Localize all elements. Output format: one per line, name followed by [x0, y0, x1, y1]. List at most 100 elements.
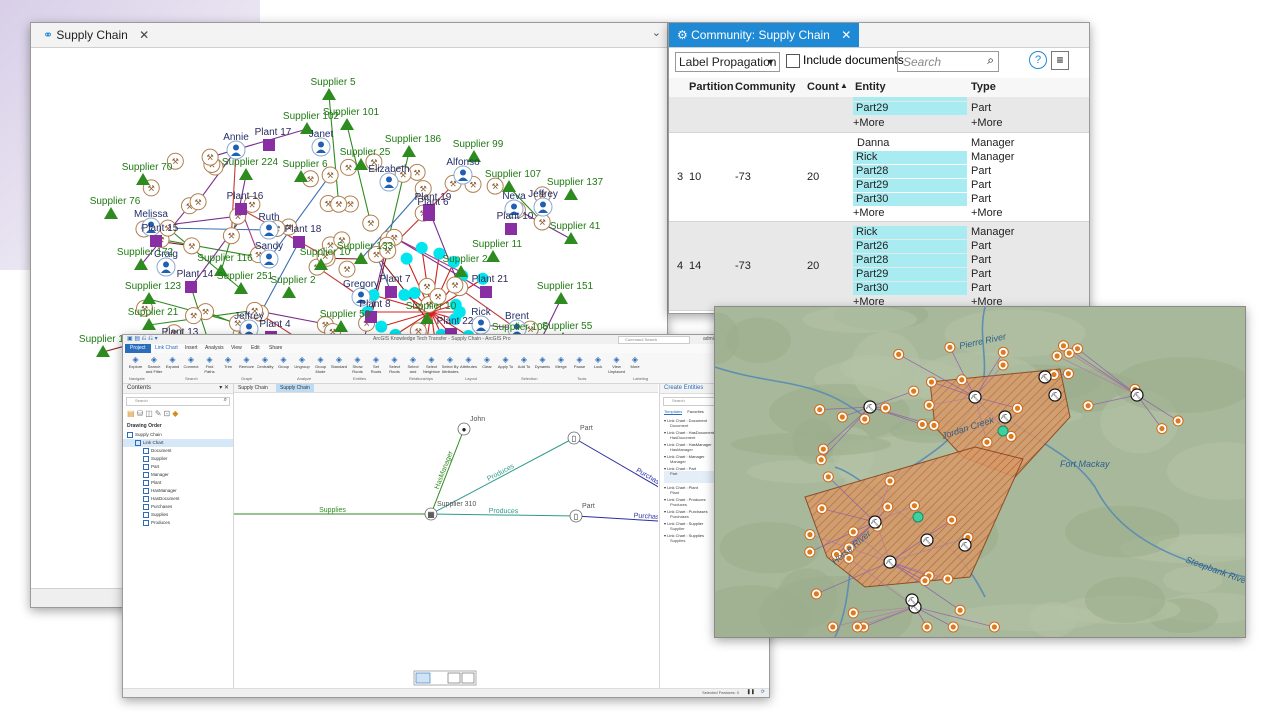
doc-tab-supply-chain[interactable]: Supply Chain: [238, 385, 268, 391]
col-count[interactable]: Count: [807, 81, 839, 93]
list-by-source-icon[interactable]: ⛁: [137, 409, 146, 418]
pane-options-icon[interactable]: ▾ ✕: [219, 384, 229, 393]
doc-tab-supply-chain-active[interactable]: Supply Chain: [276, 384, 314, 392]
ribbon-button[interactable]: ◈ Set Roots: [368, 355, 385, 375]
ribbon-button[interactable]: ◈ Explore: [127, 355, 144, 375]
ribbon-button[interactable]: ◈ Centrality: [257, 355, 274, 375]
ribbon-button[interactable]: ◈ Remove: [238, 355, 255, 375]
search-input[interactable]: Search ⌕: [897, 51, 999, 72]
tab-project[interactable]: Project: [125, 344, 151, 353]
menu-icon[interactable]: ≡: [1051, 51, 1069, 70]
pause-icon[interactable]: ❚❚: [747, 689, 755, 695]
checkbox-icon[interactable]: [143, 479, 149, 486]
map-view[interactable]: ⛏⛏⛏⛏⛏⛏⛏⛏⛏⛏⛏⛏Pierre RiverJordan CreekFort…: [715, 307, 1245, 637]
entity-chip[interactable]: Part28: [853, 254, 967, 267]
link-chart-view[interactable]: HasManager Produces Purchases Supplies Produ…: [234, 393, 658, 691]
command-search[interactable]: Command Search: [618, 336, 690, 344]
ribbon-button[interactable]: ◈ Connect: [183, 355, 200, 375]
more-type-link[interactable]: +More: [971, 117, 1003, 130]
entity-chip[interactable]: Part26: [853, 240, 967, 253]
entity-chip[interactable]: Rick: [853, 226, 967, 239]
checkbox-icon[interactable]: [143, 495, 149, 502]
tree-item[interactable]: HasManager: [123, 487, 233, 495]
tree-item[interactable]: Part: [123, 463, 233, 471]
entity-chip[interactable]: Part30: [853, 193, 967, 206]
tab-templates[interactable]: Templates: [664, 409, 683, 415]
tab-favorites[interactable]: Favorites: [687, 409, 703, 414]
checkbox-icon[interactable]: [143, 519, 149, 526]
checkbox-icon[interactable]: [143, 463, 149, 470]
ribbon-button[interactable]: ◈ Ungroup: [294, 355, 311, 375]
checkbox-icon[interactable]: [143, 471, 149, 478]
search-icon[interactable]: ⌕: [987, 53, 994, 68]
tree-item[interactable]: HasDocument: [123, 495, 233, 503]
tab-analysis[interactable]: Analysis: [205, 344, 224, 353]
entity-name[interactable]: Danna: [857, 137, 889, 150]
more-type-link[interactable]: +More: [971, 207, 1003, 220]
col-type[interactable]: Type: [971, 81, 996, 93]
more-link[interactable]: +More: [853, 117, 885, 130]
tree-item[interactable]: Plant: [123, 479, 233, 487]
entity-chip[interactable]: Part29: [853, 268, 967, 281]
entity-chip[interactable]: Part29: [853, 179, 967, 192]
checkbox-icon[interactable]: [143, 503, 149, 510]
ribbon-button[interactable]: ◈ Clear: [479, 355, 496, 375]
tab-insert[interactable]: Insert: [185, 344, 198, 353]
checkbox-icon[interactable]: [143, 511, 149, 518]
tab-view[interactable]: View: [231, 344, 242, 353]
table-row[interactable]: 3 10 -73 20 Danna Rick Part28 Part29 Par…: [669, 133, 1089, 222]
ribbon-button[interactable]: ◈ Merge: [553, 355, 570, 375]
tab-community[interactable]: ⚙ Community: Supply Chain ✕: [669, 23, 860, 47]
col-community[interactable]: Community: [735, 81, 796, 93]
checkbox-icon[interactable]: [143, 455, 149, 462]
tab-supply-chain[interactable]: ⚭ Supply Chain ✕: [35, 23, 157, 47]
entity-chip[interactable]: Part30: [853, 282, 967, 295]
quick-access-icons[interactable]: ▣ ▤ ⎌ ⎌ ▾: [127, 335, 158, 343]
tree-item[interactable]: Supply Chain: [123, 431, 233, 439]
checkbox-icon[interactable]: [143, 447, 149, 454]
col-entity[interactable]: Entity: [855, 81, 886, 93]
tree-item[interactable]: Document: [123, 447, 233, 455]
contents-search[interactable]: Search ⌕: [126, 397, 230, 406]
list-by-drawing-order-icon[interactable]: ▤: [127, 409, 137, 418]
col-partition[interactable]: Partition: [689, 81, 734, 93]
include-documents-checkbox[interactable]: [786, 54, 800, 68]
tree-item[interactable]: Supplies: [123, 511, 233, 519]
ribbon-button[interactable]: ◈ Select Neighbors: [423, 355, 440, 375]
algorithm-select[interactable]: Label Propagation ▼: [675, 52, 780, 72]
refresh-icon[interactable]: ⟳: [761, 689, 765, 695]
list-by-snapping-icon[interactable]: ⊡: [164, 409, 173, 418]
table-row[interactable]: Part29 Part +More +More: [669, 97, 1089, 133]
close-icon[interactable]: ✕: [139, 28, 149, 42]
ribbon-button[interactable]: ◈ Find Paths: [201, 355, 218, 375]
ribbon-button[interactable]: ◈ Show Roots: [349, 355, 366, 375]
ribbon-button[interactable]: ◈ Pause: [571, 355, 588, 375]
tree-item[interactable]: Supplier: [123, 455, 233, 463]
tree-item[interactable]: Manager: [123, 471, 233, 479]
close-icon[interactable]: ✕: [841, 28, 851, 42]
ribbon-button[interactable]: ◈ Attributes: [460, 355, 477, 375]
tab-share[interactable]: Share: [269, 344, 282, 353]
entity-chip[interactable]: Part28: [853, 165, 967, 178]
tree-item[interactable]: Purchases: [123, 503, 233, 511]
help-icon[interactable]: ?: [1029, 51, 1047, 69]
ribbon-button[interactable]: ◈ Dynamic: [534, 355, 551, 375]
ribbon-button[interactable]: ◈ Standard: [331, 355, 348, 375]
tab-edit[interactable]: Edit: [251, 344, 260, 353]
ribbon-button[interactable]: ◈ Select Roots: [386, 355, 403, 375]
ribbon-button[interactable]: ◈ Trim: [220, 355, 237, 375]
ribbon-button[interactable]: ◈ Apply To: [497, 355, 514, 375]
entity-chip[interactable]: Part29: [853, 102, 967, 115]
ribbon-button[interactable]: ◈ Group Mode: [312, 355, 329, 375]
tree-item[interactable]: Link Chart: [123, 439, 233, 447]
more-link[interactable]: +More: [853, 207, 885, 220]
checkbox-icon[interactable]: [143, 487, 149, 494]
list-by-labeling-icon[interactable]: ◆: [172, 409, 180, 418]
search-icon[interactable]: ⌕: [224, 397, 227, 404]
list-by-editing-icon[interactable]: ✎: [155, 409, 164, 418]
entity-chip[interactable]: Rick: [853, 151, 967, 164]
ribbon-button[interactable]: ◈Select and Move: [405, 355, 422, 375]
ribbon-button[interactable]: ◈ Add To: [516, 355, 533, 375]
ribbon-button[interactable]: ◈ More: [627, 355, 644, 375]
checkbox-icon[interactable]: [127, 431, 133, 438]
